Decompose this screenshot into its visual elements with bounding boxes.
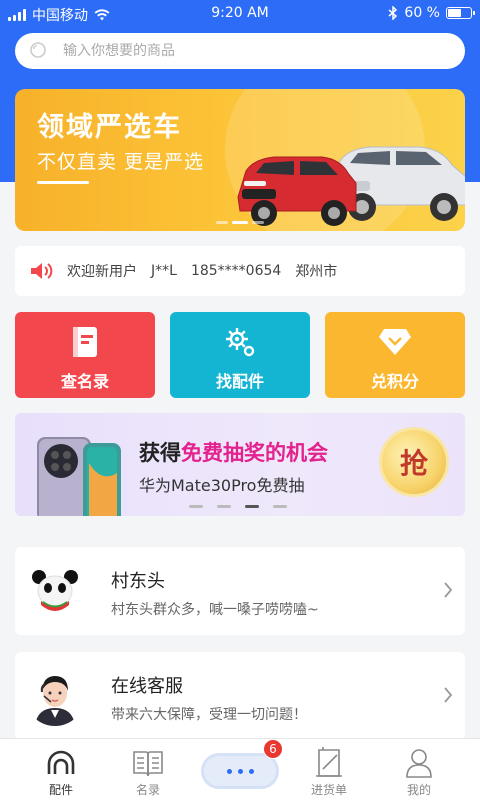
- card-customer-service[interactable]: 在线客服 带来六大保障，受理一切问题！: [15, 652, 465, 740]
- promo-title-prefix: 获得: [139, 441, 181, 465]
- phone-illustration: [37, 437, 121, 516]
- tab-profile[interactable]: 我的: [374, 739, 464, 800]
- chevron-right-icon: [444, 687, 453, 703]
- tab-label: 配件: [48, 783, 73, 797]
- tile-label: 查名录: [60, 372, 109, 391]
- search-bar[interactable]: [15, 33, 465, 69]
- promo-title: 获得免费抽奖的机会: [139, 437, 328, 467]
- battery-icon: [446, 7, 475, 19]
- headset-icon: [43, 747, 79, 779]
- receipt-icon: [311, 747, 347, 779]
- battery-fill: [448, 9, 462, 17]
- status-bar: 中国移动 9:20 AM 60 %: [0, 0, 480, 28]
- notice-user: J**L: [151, 263, 177, 279]
- tile-directory[interactable]: 查名录: [15, 312, 155, 398]
- grab-badge[interactable]: 抢: [379, 427, 449, 497]
- tab-parts[interactable]: 配件: [16, 739, 106, 800]
- card-subtitle: 村东头群众多，喊一嗓子唠唠嗑~: [111, 602, 319, 618]
- pagination-dot: [232, 221, 248, 224]
- chevron-right-icon: [444, 582, 453, 598]
- panda-avatar: [25, 561, 85, 621]
- banner-pagination: [15, 221, 465, 224]
- welcome-notice: 欢迎新用户 J**L 185****0654 郑州市: [15, 246, 465, 296]
- promo-banner-cars[interactable]: 领域严选车 不仅直卖 更是严选: [15, 89, 465, 231]
- tile-points[interactable]: 兑积分: [325, 312, 465, 398]
- tile-label: 找配件: [215, 372, 264, 391]
- promo-banner-lottery[interactable]: 获得免费抽奖的机会 华为Mate30Pro免费抽 抢: [15, 413, 465, 516]
- status-right: 60 %: [388, 5, 475, 21]
- user-icon: [401, 747, 437, 779]
- bluetooth-icon: [388, 6, 398, 20]
- chat-button[interactable]: [201, 753, 279, 789]
- tile-parts[interactable]: 找配件: [170, 312, 310, 398]
- notice-welcome: 欢迎新用户: [67, 264, 137, 280]
- banner-title: 领域严选车: [37, 112, 182, 143]
- agent-avatar: [25, 666, 85, 726]
- card-title: 村东头: [111, 571, 165, 592]
- card-title: 在线客服: [111, 676, 183, 697]
- battery-percent: 60 %: [404, 5, 440, 21]
- chat-badge: 6: [263, 739, 283, 759]
- search-icon: [21, 33, 57, 69]
- cars-illustration: [237, 146, 465, 226]
- card-village[interactable]: 村东头 村东头群众多，喊一嗓子唠唠嗑~: [15, 547, 465, 635]
- tile-label: 兑积分: [370, 372, 419, 391]
- notice-city: 郑州市: [295, 264, 338, 280]
- promo-pagination: [189, 505, 287, 508]
- diamond-icon: [375, 322, 415, 362]
- notice-phone: 185****0654: [190, 263, 282, 279]
- book-icon: [65, 322, 105, 362]
- pagination-dot: [252, 221, 264, 224]
- tab-directory[interactable]: 名录: [103, 739, 193, 800]
- pagination-dot: [216, 221, 228, 224]
- promo-title-highlight: 免费抽奖的机会: [181, 441, 328, 465]
- tab-label: 名录: [135, 783, 160, 797]
- book-open-icon: [130, 747, 166, 779]
- bottom-tab-bar: 配件 名录 6 进货单 我的: [0, 738, 480, 800]
- tab-label: 进货单: [310, 783, 347, 797]
- tab-order[interactable]: 进货单: [284, 739, 374, 800]
- gear-icon: [220, 322, 260, 362]
- card-subtitle: 带来六大保障，受理一切问题！: [111, 707, 307, 723]
- banner-underline: [37, 181, 89, 184]
- search-input[interactable]: [63, 43, 443, 59]
- banner-subtitle: 不仅直卖 更是严选: [37, 151, 205, 173]
- promo-subtitle: 华为Mate30Pro免费抽: [139, 476, 305, 495]
- speaker-icon: [29, 261, 53, 281]
- tab-label: 我的: [406, 783, 431, 797]
